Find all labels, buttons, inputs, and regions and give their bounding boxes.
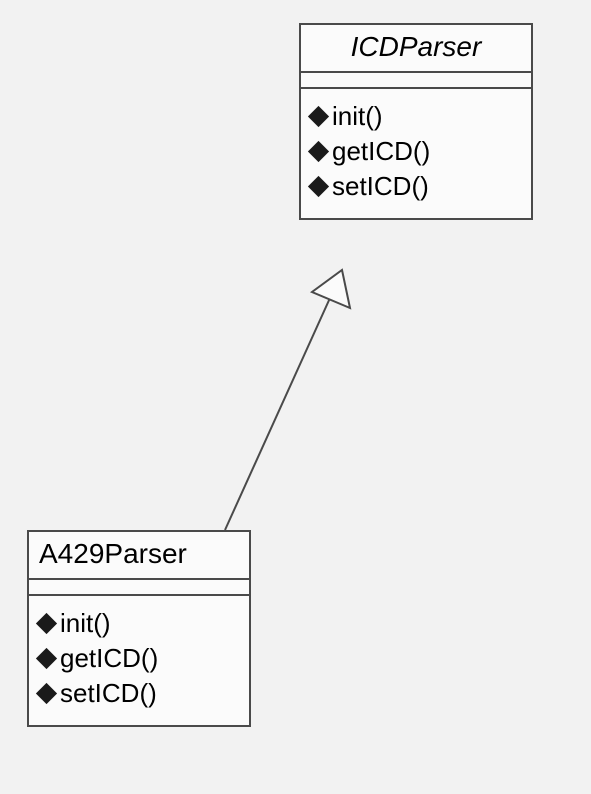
operations-compartment: init() getICD() setICD()	[29, 596, 249, 725]
attributes-compartment	[301, 73, 531, 89]
class-a429parser: A429Parser init() getICD() setICD()	[27, 530, 251, 727]
operation-label: init()	[60, 606, 111, 641]
visibility-icon	[308, 141, 329, 162]
operation-label: setICD()	[332, 169, 429, 204]
operation-row: getICD()	[309, 134, 523, 169]
visibility-icon	[36, 648, 57, 669]
operation-label: getICD()	[60, 641, 158, 676]
operation-row: setICD()	[309, 169, 523, 204]
operation-label: getICD()	[332, 134, 430, 169]
visibility-icon	[308, 106, 329, 127]
operation-row: setICD()	[37, 676, 241, 711]
class-title: A429Parser	[29, 532, 249, 580]
visibility-icon	[308, 176, 329, 197]
operation-row: init()	[37, 606, 241, 641]
class-title: ICDParser	[301, 25, 531, 73]
class-icdparser: ICDParser init() getICD() setICD()	[299, 23, 533, 220]
operation-row: init()	[309, 99, 523, 134]
visibility-icon	[36, 683, 57, 704]
operations-compartment: init() getICD() setICD()	[301, 89, 531, 218]
attributes-compartment	[29, 580, 249, 596]
operation-row: getICD()	[37, 641, 241, 676]
operation-label: setICD()	[60, 676, 157, 711]
operation-label: init()	[332, 99, 383, 134]
visibility-icon	[36, 613, 57, 634]
